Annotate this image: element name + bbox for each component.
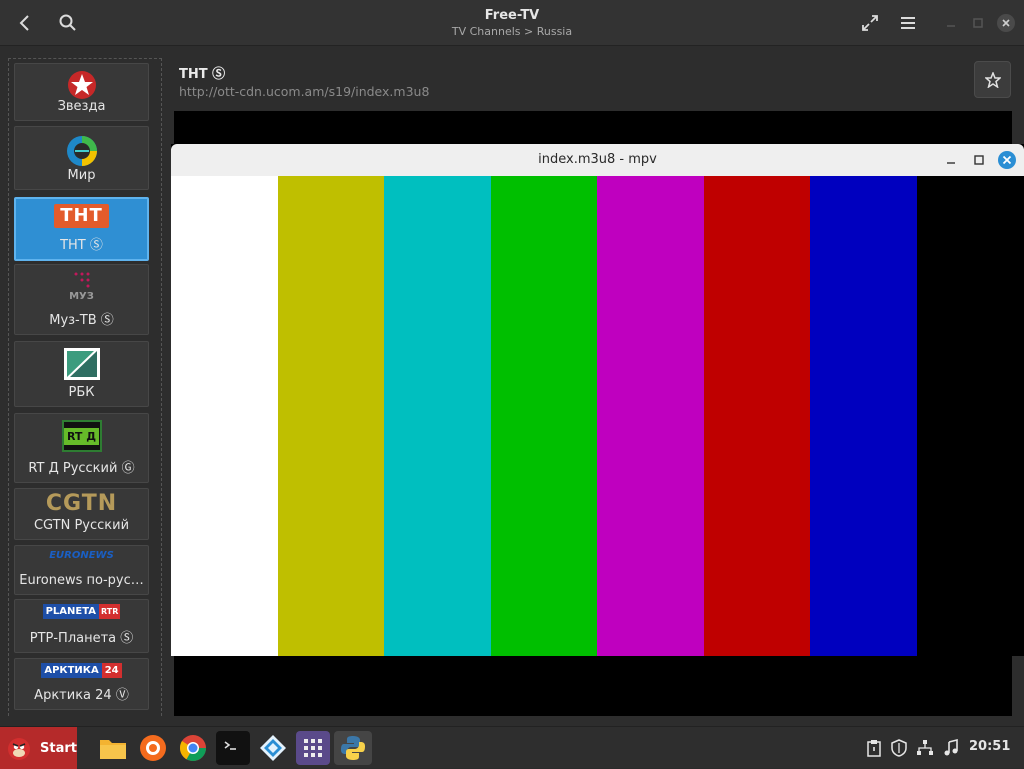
taskbar-app-grid[interactable]	[296, 731, 330, 765]
music-icon[interactable]	[943, 738, 959, 761]
fullscreen-button[interactable]	[855, 8, 885, 38]
maximize-icon	[974, 155, 984, 165]
arktika-logo: АРКТИКА 24	[15, 663, 148, 678]
header-bar: Free-TV TV Channels > Russia	[0, 0, 1024, 46]
angry-bird-icon	[8, 738, 30, 760]
channel-label: Звезда	[57, 99, 106, 114]
clipboard-icon[interactable]	[866, 739, 882, 761]
muz-logo: МУЗ	[15, 271, 148, 302]
euronews-logo: EURONEWS	[49, 550, 114, 561]
rbk-logo	[15, 348, 148, 380]
chrome-icon	[179, 735, 207, 762]
channel-label: Арктика 24 Ⓥ	[34, 688, 129, 703]
planeta-logo: PLANETA RTR	[15, 604, 148, 619]
mpv-maximize-button[interactable]	[971, 152, 987, 168]
firefox-icon	[140, 735, 166, 761]
maximize-button[interactable]	[969, 14, 987, 32]
tnt-logo: ТНТ	[16, 204, 147, 228]
channel-item-cgtn[interactable]: CGTN CGTN Русский	[14, 488, 149, 540]
taskbar-firefox[interactable]	[136, 731, 170, 765]
channel-item-euronews[interactable]: EURONEWS Euronews по-рус…	[14, 545, 149, 595]
cgtn-logo: CGTN	[45, 491, 118, 516]
mpv-minimize-button[interactable]	[943, 152, 959, 168]
mir-logo	[15, 135, 148, 167]
color-bar	[384, 176, 491, 656]
python-icon	[341, 736, 365, 760]
kodi-icon	[260, 735, 286, 761]
minimize-icon	[947, 162, 955, 164]
channel-label: Мир	[67, 168, 96, 183]
taskbar-python[interactable]	[334, 731, 372, 765]
channel-label: Euronews по-рус…	[19, 573, 144, 588]
channel-item-zvezda[interactable]: Звезда	[14, 63, 149, 121]
shield-icon[interactable]	[891, 739, 907, 761]
clock[interactable]: 20:51	[969, 739, 1010, 754]
channel-item-mir[interactable]: Мир	[14, 126, 149, 190]
taskbar-chrome[interactable]	[176, 731, 210, 765]
channel-label: РБК	[68, 385, 95, 400]
color-bar	[490, 176, 598, 656]
color-bar	[597, 176, 704, 656]
expand-icon	[862, 15, 878, 31]
channel-label: РТР-Планета Ⓢ	[29, 631, 134, 646]
star-logo	[15, 70, 148, 100]
channel-item-rtr-planeta[interactable]: PLANETA RTR РТР-Планета Ⓢ	[14, 599, 149, 653]
minimize-button[interactable]	[942, 14, 960, 32]
color-bars	[171, 176, 918, 656]
taskbar: Start 20:51	[0, 726, 1024, 769]
mpv-titlebar[interactable]: index.m3u8 - mpv	[171, 144, 1024, 176]
mpv-window: index.m3u8 - mpv	[171, 144, 1024, 656]
color-bar	[277, 176, 385, 656]
channel-item-tnt[interactable]: ТНТ ТНТ Ⓢ	[14, 197, 149, 261]
minimize-icon	[947, 25, 955, 27]
close-icon	[1002, 19, 1010, 27]
channel-title: ТНТ Ⓢ	[179, 67, 226, 82]
color-bar	[171, 176, 278, 656]
color-bar	[810, 176, 918, 656]
close-icon	[1002, 155, 1012, 165]
taskbar-kodi[interactable]	[256, 731, 290, 765]
terminal-icon	[224, 741, 236, 750]
taskbar-files[interactable]	[96, 731, 130, 765]
start-label: Start	[40, 740, 77, 756]
favorite-button[interactable]	[974, 61, 1011, 98]
color-bar	[703, 176, 811, 656]
start-button[interactable]: Start	[0, 727, 77, 769]
mpv-window-title: index.m3u8 - mpv	[538, 152, 657, 167]
maximize-icon	[973, 18, 983, 28]
folder-icon	[100, 740, 126, 759]
channel-item-arktika-24[interactable]: АРКТИКА 24 Арктика 24 Ⓥ	[14, 658, 149, 710]
rtd-logo: RT Д	[15, 420, 148, 452]
network-icon[interactable]	[916, 739, 934, 761]
channel-item-rbk[interactable]: РБК	[14, 341, 149, 407]
stream-url: http://ott-cdn.ucom.am/s19/index.m3u8	[179, 84, 430, 99]
channel-label: RT Д Русский Ⓖ	[28, 461, 135, 476]
channel-label: Муз-ТВ Ⓢ	[49, 313, 114, 328]
hamburger-icon	[901, 17, 915, 29]
channel-item-rt-d[interactable]: RT Д RT Д Русский Ⓖ	[14, 413, 149, 483]
menu-button[interactable]	[893, 8, 923, 38]
star-icon	[984, 71, 1001, 88]
channel-item-muz-tv[interactable]: МУЗ Муз-ТВ Ⓢ	[14, 264, 149, 335]
close-button[interactable]	[997, 14, 1015, 32]
grid-icon	[304, 739, 322, 757]
channel-list: Звезда Мир ТНТ ТНТ Ⓢ МУЗ Муз-ТВ Ⓢ РБК RT…	[8, 58, 162, 716]
channel-label: CGTN Русский	[33, 518, 130, 533]
channel-label: ТНТ Ⓢ	[60, 238, 103, 253]
taskbar-terminal[interactable]	[216, 731, 250, 765]
mpv-close-button[interactable]	[998, 151, 1016, 169]
